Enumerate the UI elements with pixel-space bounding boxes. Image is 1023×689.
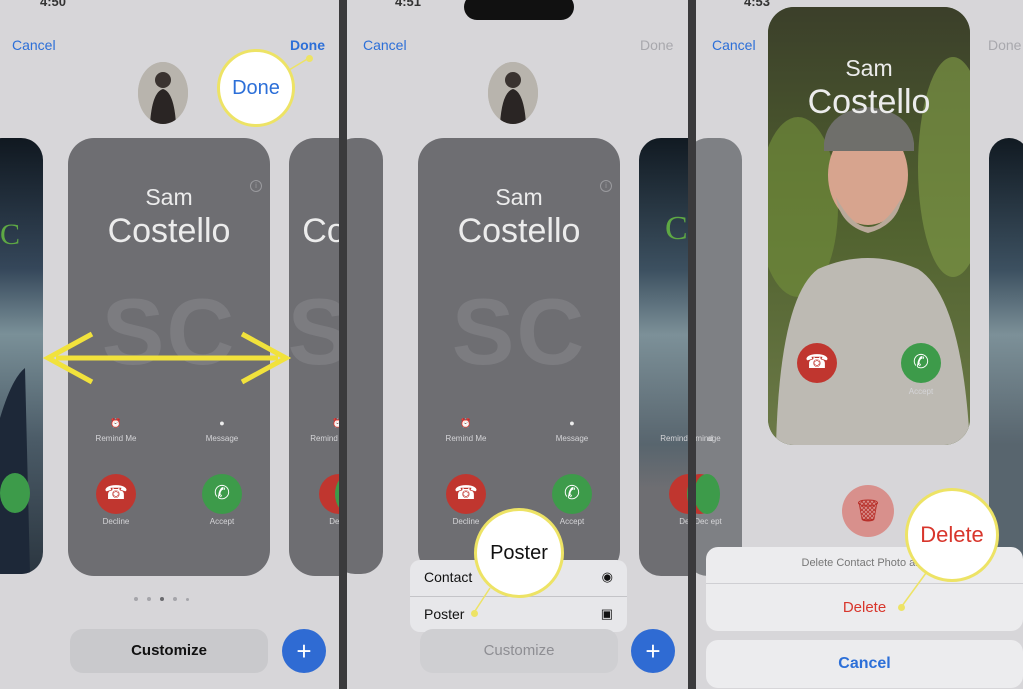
page-dot	[147, 597, 151, 601]
page-dot	[160, 597, 164, 601]
delete-poster-button[interactable]: 🗑	[842, 485, 894, 537]
message-icon: ●	[219, 418, 225, 428]
side-poster-name-partial: C	[665, 210, 688, 247]
dynamic-island	[464, 0, 574, 20]
trash-icon: 🗑	[854, 498, 882, 523]
done-button[interactable]: Done	[290, 37, 325, 53]
callout-line	[474, 587, 491, 612]
poster-monogram: SC	[451, 279, 587, 384]
side-poster-right[interactable]: i C o Remind age Dec ept	[639, 138, 688, 576]
decline-button[interactable]: ☎	[446, 474, 486, 514]
customize-button[interactable]: Customize	[420, 629, 618, 673]
divider	[688, 0, 696, 689]
info-icon: i	[639, 138, 643, 155]
panel-poster-menu: 4:51 Cancel Done i Sam Costello SC ⏰ Rem…	[347, 0, 688, 689]
status-time: 4:51	[395, 0, 422, 9]
menu-item-contact[interactable]: Contact	[424, 569, 472, 585]
poster-card-icon: ▣	[600, 606, 613, 621]
cancel-button[interactable]: Cancel	[12, 37, 56, 53]
side-decline-accept-label: Dec ept	[679, 517, 688, 526]
phone-icon: ✆	[564, 483, 580, 504]
phone-icon: ✆	[913, 352, 929, 373]
status-time: 4:50	[40, 0, 67, 9]
side-poster-monogram: S	[289, 279, 339, 384]
side-message-label: age	[707, 434, 721, 443]
done-button[interactable]: Done	[640, 37, 673, 53]
poster-callout: Poster	[474, 508, 564, 598]
message-icon: ●	[569, 418, 575, 428]
side-accept-button	[696, 474, 720, 514]
delete-callout: Delete	[905, 488, 999, 582]
panel-swipe-posters: 4:50 Cancel Done C i Sam Costello SC ⏰ R…	[0, 0, 339, 689]
done-callout: Done	[217, 49, 295, 127]
remind-me-label: Remind Me	[95, 434, 137, 443]
page-dot	[186, 598, 189, 601]
accept-button[interactable]: ✆	[901, 343, 941, 383]
poster-last-name: Costello	[807, 83, 931, 121]
avatar[interactable]	[138, 62, 188, 124]
done-button[interactable]: Done	[988, 37, 1021, 53]
swipe-arrow-icon	[42, 331, 292, 385]
decline-label: Decline	[102, 517, 130, 526]
info-icon: i	[696, 138, 742, 156]
callout-line	[901, 572, 927, 607]
poster-first-name: Sam	[845, 55, 893, 81]
divider	[339, 0, 347, 689]
phone-down-icon: ☎	[805, 352, 829, 373]
poster-last-name: Costello	[457, 212, 581, 250]
decline-button[interactable]: ☎	[797, 343, 837, 383]
accept-label: Accept	[908, 387, 934, 396]
customize-button[interactable]: Customize	[70, 629, 268, 673]
side-decline-accept-label: Dec ept	[696, 517, 722, 526]
sheet-cancel-button[interactable]: Cancel	[706, 640, 1023, 688]
page-dot	[134, 597, 138, 601]
page-dot	[173, 597, 177, 601]
phone-down-icon: ☎	[454, 483, 478, 504]
side-decline-button	[669, 474, 688, 514]
side-poster-right[interactable]	[989, 138, 1023, 576]
side-remind-label: Remind	[310, 434, 338, 443]
photo-poster-card[interactable]: Sam Costello ☎ ✆ Accept	[768, 7, 970, 445]
poster-last-name: Costello	[107, 212, 231, 250]
message-label: Message	[205, 434, 239, 443]
poster-first-name: Sam	[145, 184, 193, 210]
add-poster-button[interactable]: +	[631, 629, 675, 673]
message-label: Message	[555, 434, 589, 443]
alarm-icon: ⏰	[110, 418, 122, 428]
alarm-icon: ⏰	[332, 418, 339, 428]
side-poster-left[interactable]: C	[0, 138, 43, 574]
side-poster-left[interactable]	[347, 138, 383, 574]
delete-button[interactable]: Delete	[706, 599, 1023, 616]
accept-button[interactable]: ✆	[202, 474, 242, 514]
page-indicator[interactable]	[134, 597, 189, 601]
cancel-button[interactable]: Cancel	[363, 37, 407, 53]
accept-button[interactable]: ✆	[552, 474, 592, 514]
side-remind-label: Remind	[660, 434, 688, 443]
side-poster-left[interactable]: i Remind age Dec ept	[696, 138, 742, 576]
cancel-button[interactable]: Cancel	[712, 37, 756, 53]
side-poster-name-partial: Co	[302, 212, 339, 250]
decline-button[interactable]: ☎	[96, 474, 136, 514]
accept-label: Accept	[209, 517, 235, 526]
side-decline-accept-label: Dec ept	[329, 517, 339, 526]
sheet-divider	[706, 583, 1023, 584]
side-poster-right[interactable]: i Co S ⏰ Remind age Dec ept	[289, 138, 339, 576]
avatar[interactable]	[488, 62, 538, 124]
remind-me-label: Remind Me	[445, 434, 487, 443]
poster-first-name: Sam	[495, 184, 543, 210]
menu-item-poster[interactable]: Poster	[424, 606, 464, 622]
panel-delete-poster: 4:53 Cancel Done Sam Costello ☎ ✆ Accept	[696, 0, 1023, 689]
phone-down-icon: ☎	[104, 483, 128, 504]
status-time: 4:53	[744, 0, 771, 9]
phone-icon: ✆	[214, 483, 230, 504]
add-poster-button[interactable]: +	[282, 629, 326, 673]
alarm-icon: ⏰	[460, 418, 472, 428]
person-circle-icon: ◉	[601, 569, 613, 584]
